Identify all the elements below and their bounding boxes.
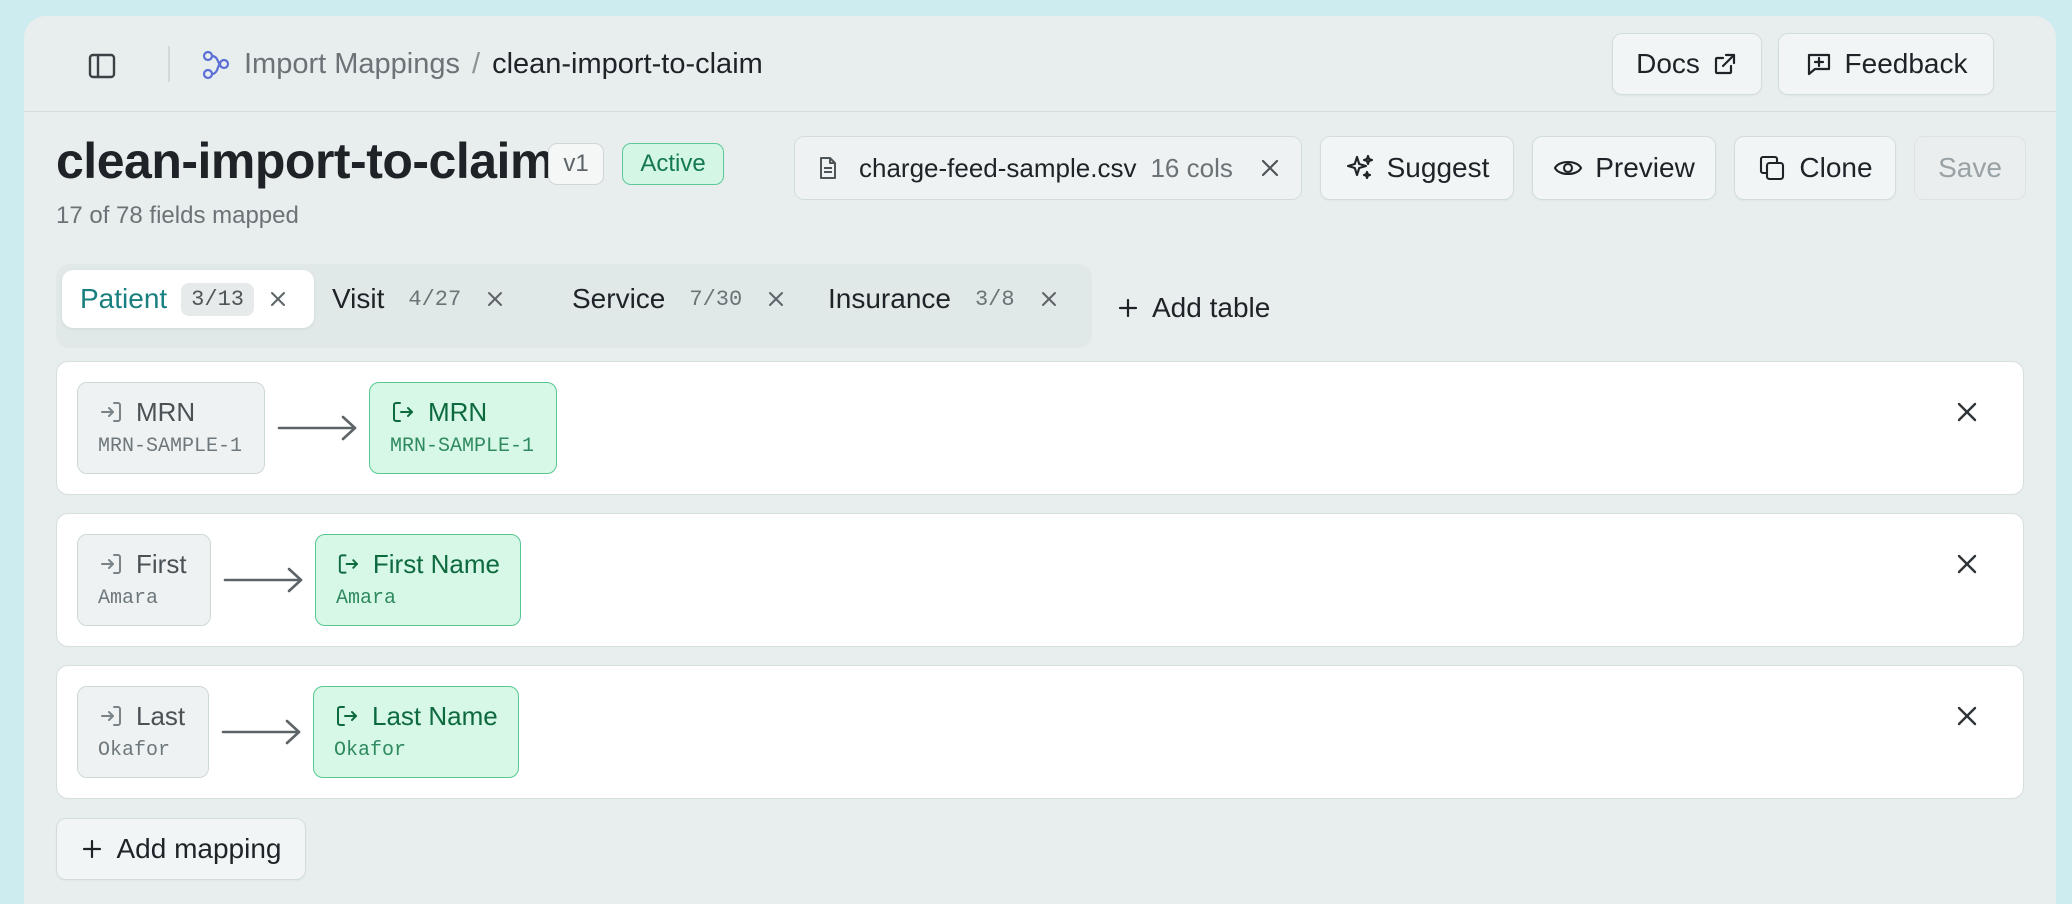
target-field-name: Last Name [372, 700, 498, 731]
docs-button[interactable]: Docs [1612, 33, 1762, 95]
toolbar-divider [168, 46, 170, 82]
close-tab-icon[interactable] [766, 289, 786, 309]
source-field-name: Last [136, 700, 186, 731]
preview-label: Preview [1595, 152, 1695, 183]
source-input-icon [101, 402, 121, 422]
remove-file-icon[interactable] [1259, 157, 1281, 179]
target-field-box[interactable]: MRN MRN-SAMPLE-1 [369, 382, 557, 474]
feedback-label: Feedback [1844, 48, 1968, 79]
breadcrumb: Import Mappings / clean-import-to-claim [200, 44, 763, 84]
add-table-label: Add table [1152, 292, 1271, 323]
file-name: charge-feed-sample.csv [859, 152, 1137, 183]
add-table-button[interactable]: Add table [1096, 280, 1290, 336]
source-sample-value: MRN-SAMPLE-1 [98, 435, 243, 458]
feedback-icon [1805, 50, 1833, 78]
tab-visit[interactable]: Visit 4/27 [320, 270, 550, 328]
docs-label: Docs [1636, 48, 1700, 79]
clone-button[interactable]: Clone [1734, 136, 1896, 200]
add-mapping-label: Add mapping [116, 833, 282, 864]
tab-label: Insurance [828, 283, 951, 314]
external-link-icon [1712, 51, 1738, 77]
target-output-icon [338, 554, 359, 574]
target-output-icon [337, 706, 357, 726]
clone-label: Clone [1799, 152, 1873, 183]
file-icon [815, 155, 841, 181]
target-field-box[interactable]: Last Name Okafor [313, 686, 519, 778]
mapping-arrow-icon [277, 415, 357, 441]
source-sample-value: Amara [98, 587, 159, 610]
source-field-box[interactable]: MRN MRN-SAMPLE-1 [77, 382, 265, 474]
close-tab-icon[interactable] [1039, 289, 1059, 309]
status-badge: Active [622, 143, 724, 185]
tab-count: 3/8 [974, 286, 1015, 312]
sample-file-chip[interactable]: charge-feed-sample.csv 16 cols [794, 136, 1302, 200]
suggest-button[interactable]: Suggest [1320, 136, 1514, 200]
tab-insurance[interactable]: Insurance 3/8 [814, 270, 1088, 328]
tab-count: 4/27 [408, 286, 462, 312]
mapping-row: MRN MRN-SAMPLE-1 MRN MRN-SAMPLE-1 [56, 361, 2024, 495]
mappings-icon [200, 48, 232, 80]
preview-button[interactable]: Preview [1532, 136, 1716, 200]
mapping-row: Last Okafor Last Name Okafor [56, 665, 2024, 799]
table-tabs: Patient 3/13 Visit 4/27 Service 7/30 Ins… [56, 264, 1092, 348]
tab-label: Patient [80, 283, 168, 314]
copy-icon [1757, 153, 1787, 183]
source-field-name: First [136, 548, 187, 579]
tab-label: Service [572, 283, 666, 314]
version-badge: v1 [548, 143, 604, 185]
save-button[interactable]: Save [1914, 136, 2026, 200]
source-sample-value: Okafor [98, 739, 171, 762]
mapping-arrow-icon [221, 719, 301, 745]
source-input-icon [101, 706, 121, 726]
mapping-row: First Amara First Name Amara [56, 513, 2024, 647]
breadcrumb-current: clean-import-to-claim [492, 47, 763, 80]
target-sample-value: MRN-SAMPLE-1 [390, 435, 535, 458]
feedback-button[interactable]: Feedback [1778, 33, 1994, 95]
breadcrumb-link-import-mappings[interactable]: Import Mappings [244, 48, 460, 81]
target-output-icon [393, 402, 413, 422]
mapped-count: 17 of 78 fields mapped [56, 202, 299, 229]
mapping-arrow-icon [223, 567, 303, 593]
source-field-box[interactable]: Last Okafor [77, 686, 209, 778]
plus-icon [1116, 296, 1140, 320]
page-title: clean-import-to-claim [56, 133, 554, 189]
source-field-box[interactable]: First Amara [77, 534, 211, 626]
source-field-name: MRN [136, 396, 196, 427]
eye-icon [1553, 153, 1583, 183]
close-tab-icon[interactable] [485, 289, 505, 309]
app-window: Import Mappings / clean-import-to-claim … [24, 16, 2056, 904]
target-field-name: MRN [428, 396, 488, 427]
remove-mapping-icon[interactable] [1951, 548, 1983, 580]
target-sample-value: Amara [336, 587, 397, 610]
save-label: Save [1938, 152, 2002, 183]
tab-count: 3/13 [181, 282, 254, 316]
tab-service[interactable]: Service 7/30 [558, 270, 806, 328]
tab-patient[interactable]: Patient 3/13 [62, 270, 314, 328]
suggest-label: Suggest [1386, 152, 1490, 183]
target-field-name: First Name [372, 548, 500, 579]
target-field-box[interactable]: First Name Amara [315, 534, 521, 626]
plus-icon [80, 837, 104, 861]
top-bar: Import Mappings / clean-import-to-claim … [24, 16, 2056, 112]
close-tab-icon[interactable] [268, 289, 288, 309]
add-mapping-button[interactable]: Add mapping [56, 818, 306, 880]
remove-mapping-icon[interactable] [1951, 396, 1983, 428]
remove-mapping-icon[interactable] [1951, 700, 1983, 732]
file-column-count: 16 cols [1150, 152, 1233, 183]
breadcrumb-separator: / [472, 47, 481, 80]
target-sample-value: Okafor [334, 739, 407, 762]
sparkles-icon [1345, 153, 1375, 183]
tab-label: Visit [332, 283, 385, 314]
source-input-icon [101, 554, 121, 574]
tab-count: 7/30 [689, 286, 743, 312]
sidebar-toggle-icon[interactable] [86, 50, 118, 82]
